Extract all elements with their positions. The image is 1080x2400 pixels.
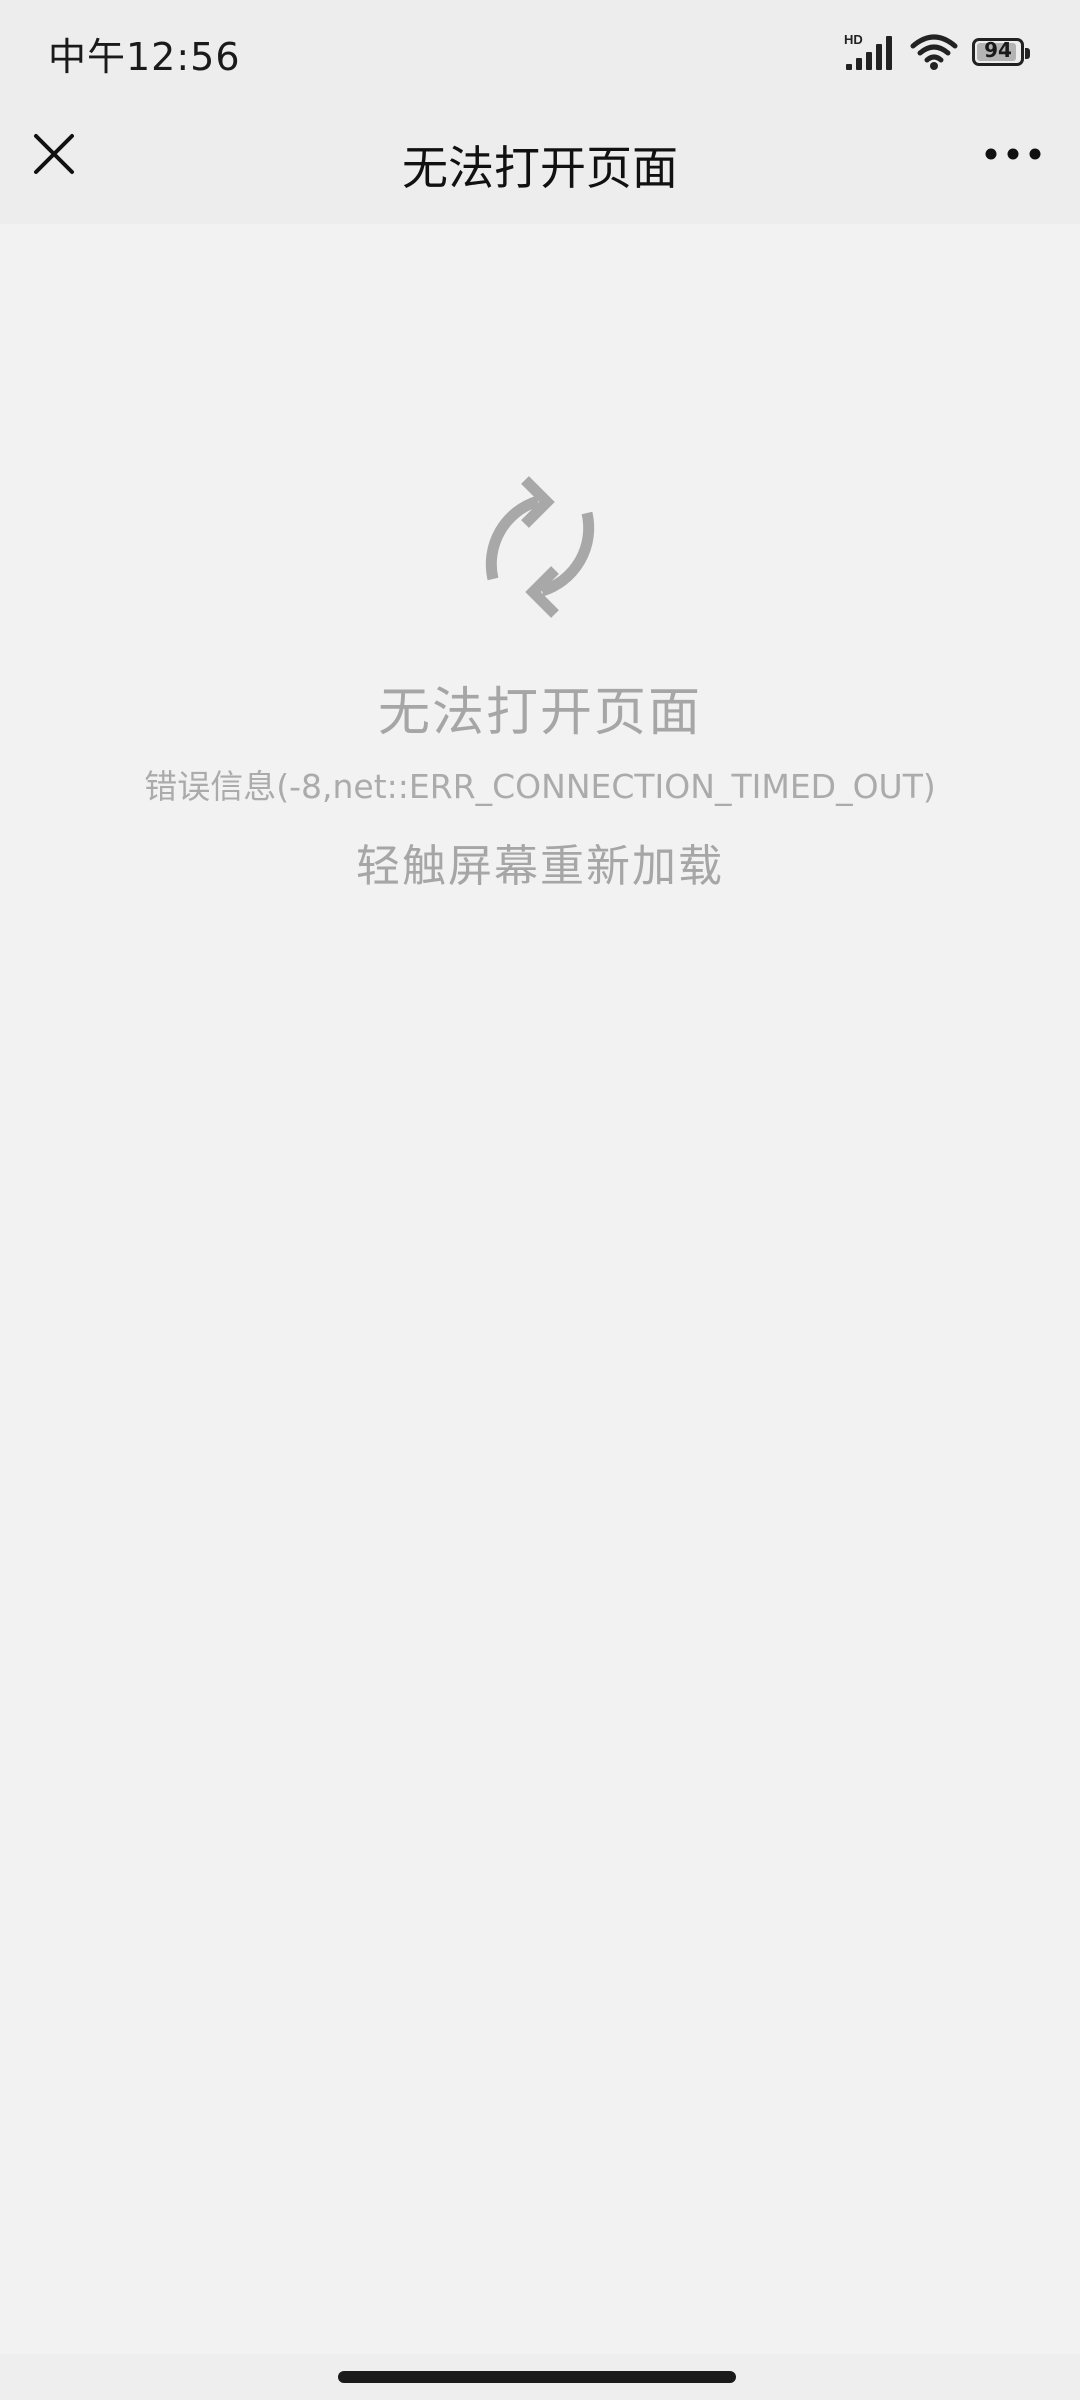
more-button[interactable]: [984, 142, 1042, 166]
battery-level: 94: [984, 38, 1012, 62]
gesture-bar-area: [0, 2354, 1080, 2400]
page-title: 无法打开页面: [402, 141, 678, 195]
reload-hint: 轻触屏幕重新加载: [356, 841, 724, 892]
error-title: 无法打开页面: [377, 683, 702, 743]
status-bar: 中午12:56 HD 94: [0, 0, 1080, 100]
close-button[interactable]: [28, 128, 80, 180]
network-label: HD: [844, 32, 863, 47]
more-dots-icon: [985, 148, 1041, 160]
wifi-icon: [910, 34, 958, 70]
battery-icon: 94: [972, 38, 1030, 66]
nav-bar: 无法打开页面: [0, 100, 1080, 224]
home-gesture-bar[interactable]: [338, 2371, 736, 2383]
status-icons: HD 94: [844, 30, 1030, 74]
error-detail: 错误信息(-8,net::ERR_CONNECTION_TIMED_OUT): [144, 767, 936, 806]
close-icon: [34, 134, 74, 174]
screen: 中午12:56 HD 94 无法打开页面 无法打开页面 错误信息(-8,net:…: [0, 0, 1080, 2400]
battery-nub: [1025, 48, 1030, 59]
status-time: 中午12:56: [48, 35, 241, 79]
hd-signal-icon: HD: [844, 32, 892, 70]
reload-tap-area[interactable]: 无法打开页面 错误信息(-8,net::ERR_CONNECTION_TIMED…: [0, 224, 1080, 2354]
reload-icon: [485, 476, 595, 618]
